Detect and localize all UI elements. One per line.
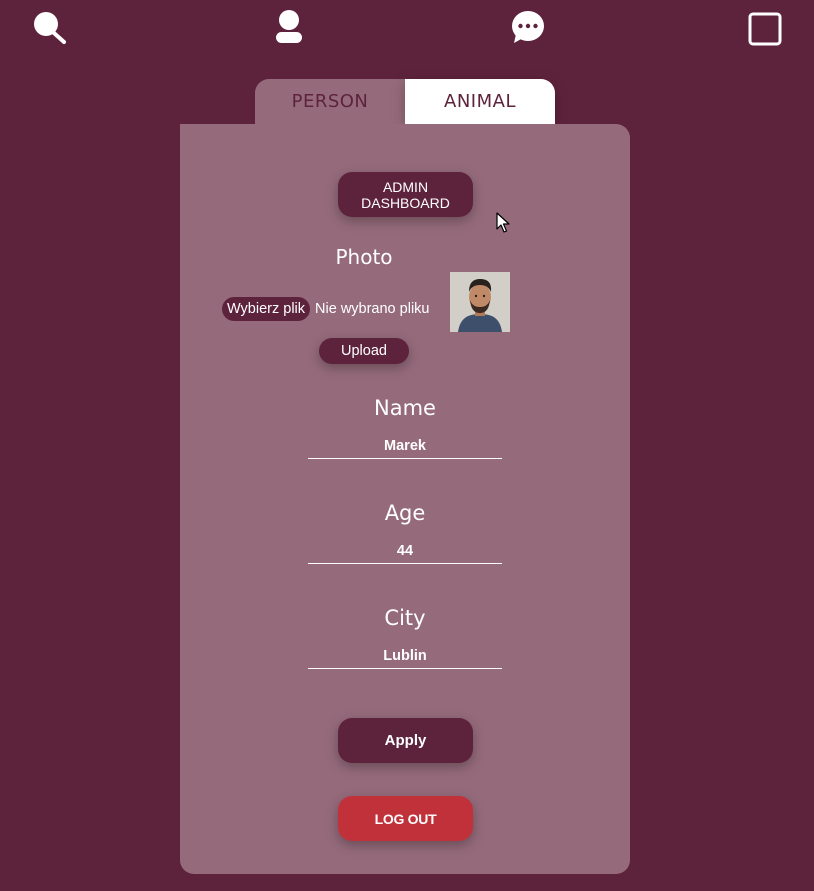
name-label: Name — [374, 396, 436, 420]
apply-button[interactable]: Apply — [338, 718, 473, 763]
no-file-text: Nie wybrano pliku — [315, 301, 430, 317]
upload-button[interactable]: Upload — [319, 338, 409, 364]
choose-file-button[interactable]: Wybierz plik — [222, 297, 311, 321]
city-label: City — [384, 606, 426, 630]
tab-bar: PERSON ANIMAL — [255, 79, 555, 124]
admin-dashboard-button[interactable]: ADMIN DASHBOARD — [338, 172, 473, 217]
avatar — [450, 272, 510, 332]
profile-panel: ADMIN DASHBOARD Photo Wybierz plik Nie w… — [180, 124, 630, 874]
age-field[interactable] — [308, 539, 502, 564]
chat-icon[interactable] — [510, 10, 546, 50]
mouse-cursor-icon — [496, 212, 510, 238]
tab-animal[interactable]: ANIMAL — [405, 79, 555, 124]
city-field[interactable] — [308, 644, 502, 669]
search-icon[interactable] — [30, 9, 68, 49]
name-field[interactable] — [308, 434, 502, 459]
window-icon[interactable] — [748, 12, 782, 50]
user-icon[interactable] — [274, 9, 304, 49]
tab-person[interactable]: PERSON — [255, 79, 405, 124]
age-label: Age — [384, 501, 426, 525]
photo-label: Photo — [335, 245, 393, 269]
logout-button[interactable]: LOG OUT — [338, 796, 473, 841]
file-input[interactable]: Wybierz plik Nie wybrano pliku — [222, 296, 429, 322]
top-navigation — [0, 0, 814, 60]
